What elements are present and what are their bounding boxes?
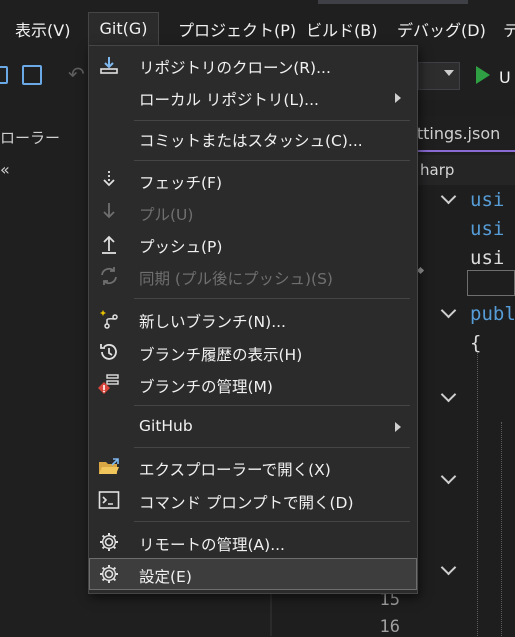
menu-separator	[134, 447, 410, 448]
menu-item-label: ブランチの管理(M)	[139, 378, 273, 396]
menu-separator	[134, 160, 410, 161]
nav-project-label[interactable]: harp	[420, 161, 454, 179]
run-label[interactable]: U	[499, 68, 511, 87]
menu-item-branch-history[interactable]: ブランチ履歴の表示(H)	[89, 336, 417, 368]
menu-separator	[134, 521, 410, 522]
menu-item-pull[interactable]: プル(U)	[89, 196, 417, 228]
history-icon	[97, 340, 121, 364]
menu-item-manage-remotes[interactable]: リモートの管理(A)...	[89, 526, 417, 558]
menu-item-label: 同期 (プル後にプッシュ)(S)	[139, 270, 333, 288]
undo-icon[interactable]: ↶	[68, 62, 85, 86]
config-combo[interactable]	[418, 62, 460, 90]
menu-item-label: 設定(E)	[139, 568, 192, 586]
menu-item-label: ローカル リポジトリ(L)...	[139, 91, 319, 109]
left-panel-title: ローラー	[0, 129, 61, 147]
menu-item-clone[interactable]: リポジトリのクローン(R)...	[89, 49, 417, 81]
menu-project[interactable]: プロジェクト(P)	[178, 17, 296, 41]
folder-open-icon	[97, 455, 121, 479]
submenu-arrow-icon	[395, 422, 401, 432]
code-line[interactable]: usi	[470, 189, 504, 211]
menu-item-sync[interactable]: 同期 (プル後にプッシュ)(S)	[89, 260, 417, 292]
save-all-icon[interactable]	[22, 65, 42, 85]
indent-guide	[477, 352, 478, 636]
menu-separator	[134, 298, 410, 299]
menu-item-label: 新しいブランチ(N)...	[139, 313, 286, 331]
menu-build[interactable]: ビルド(B)	[306, 17, 377, 41]
save-icon[interactable]	[0, 66, 8, 84]
menu-item-commit-or-stash[interactable]: コミットまたはスタッシュ(C)...	[89, 122, 417, 154]
collapse-icon[interactable]: «	[0, 160, 10, 179]
code-line[interactable]: publ	[470, 303, 515, 325]
menu-view[interactable]: 表示(V)	[15, 17, 70, 41]
menu-item-open-in-command-prompt[interactable]: コマンド プロンプトで開く(D)	[89, 484, 417, 516]
menu-test[interactable]: テ	[503, 17, 515, 41]
new-branch-icon	[97, 307, 121, 331]
code-line[interactable]: {	[470, 332, 481, 354]
submenu-arrow-icon	[395, 93, 401, 103]
menu-separator	[134, 405, 410, 406]
menu-item-label: リポジトリのクローン(R)...	[139, 59, 331, 77]
line-number: 16	[379, 617, 400, 637]
gear-icon	[97, 562, 121, 586]
menu-item-fetch[interactable]: フェッチ(F)	[89, 164, 417, 196]
fetch-icon	[97, 168, 121, 192]
menu-item-label: リモートの管理(A)...	[139, 536, 285, 554]
menu-item-label: GitHub	[139, 417, 193, 435]
menu-item-label: プッシュ(P)	[139, 238, 223, 256]
menu-item-label: フェッチ(F)	[139, 174, 223, 192]
terminal-icon	[97, 488, 121, 512]
menu-item-new-branch[interactable]: 新しいブランチ(N)...	[89, 303, 417, 335]
sync-icon	[97, 264, 121, 288]
menu-item-github[interactable]: GitHub	[89, 410, 417, 442]
menu-item-push[interactable]: プッシュ(P)	[89, 228, 417, 260]
gear-icon	[97, 530, 121, 554]
menu-item-label: コマンド プロンプトで開く(D)	[139, 494, 354, 512]
menu-item-label: プル(U)	[139, 206, 194, 224]
push-icon	[97, 232, 121, 256]
menu-git[interactable]: Git(G)	[88, 12, 159, 46]
tab-settings-json[interactable]: ettings.json	[407, 124, 500, 143]
indent-guide	[501, 422, 502, 636]
manage-branches-icon	[97, 372, 121, 396]
git-menu-dropdown: リポジトリのクローン(R)... ローカル リポジトリ(L)... コミットまた…	[88, 45, 418, 594]
collapsed-region-box[interactable]	[467, 270, 515, 296]
menu-item-label: コミットまたはスタッシュ(C)...	[139, 132, 363, 150]
code-line[interactable]: usi	[470, 247, 504, 269]
menu-debug[interactable]: デバッグ(D)	[397, 17, 486, 41]
clone-download-icon	[97, 53, 121, 77]
menu-item-manage-branches[interactable]: ブランチの管理(M)	[89, 368, 417, 400]
chevron-down-icon	[444, 70, 454, 76]
play-icon[interactable]	[476, 66, 490, 84]
menu-item-open-in-explorer[interactable]: エクスプローラーで開く(X)	[89, 451, 417, 483]
menu-item-label: エクスプローラーで開く(X)	[139, 461, 331, 479]
menu-item-label: ブランチ履歴の表示(H)	[139, 346, 303, 364]
menu-separator	[134, 120, 410, 121]
title-strip	[318, 0, 468, 4]
menu-item-settings[interactable]: 設定(E)	[89, 558, 417, 590]
code-line[interactable]: usi	[470, 218, 504, 240]
pull-icon	[97, 200, 121, 224]
menu-item-local-repositories[interactable]: ローカル リポジトリ(L)...	[89, 81, 417, 113]
